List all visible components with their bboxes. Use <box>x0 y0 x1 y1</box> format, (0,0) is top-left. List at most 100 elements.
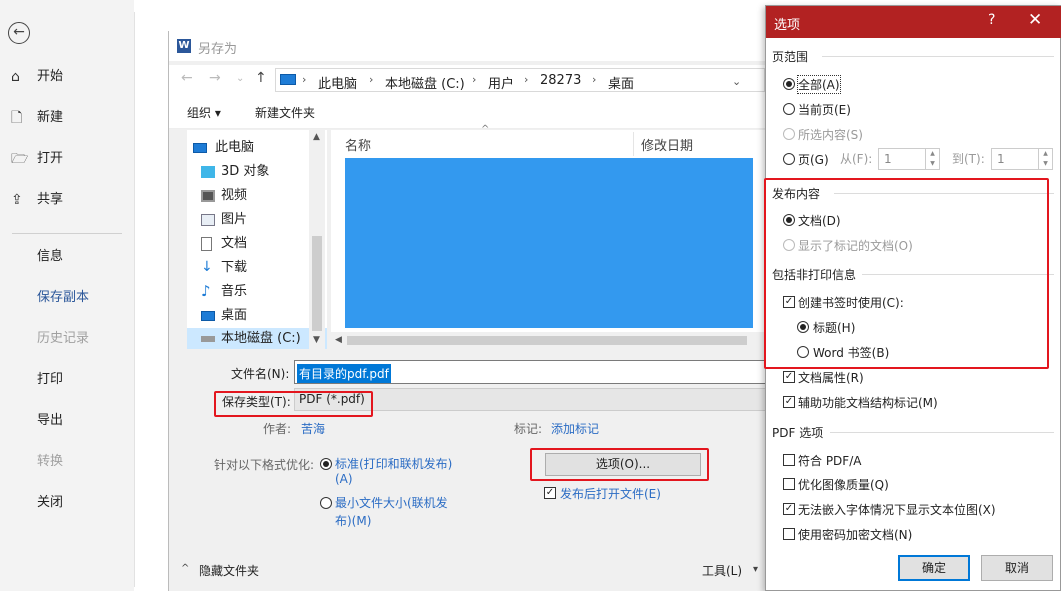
tree-item-local-disk[interactable]: 本地磁盘 (C:) <box>187 328 327 349</box>
page-range-all-label[interactable]: 全部(A) <box>797 75 841 94</box>
ok-button[interactable]: 确定 <box>898 555 970 581</box>
optimize-standard-label[interactable]: 标准(打印和联机发布) <box>335 455 452 472</box>
tags-add-link[interactable]: 添加标记 <box>551 420 599 437</box>
doc-properties-checkbox[interactable]: ✓ <box>783 371 795 383</box>
nav-save-copy[interactable]: 保存副本 <box>0 283 134 313</box>
cancel-button[interactable]: 取消 <box>981 555 1053 581</box>
nav-print[interactable]: 打印 <box>0 365 134 395</box>
scroll-down-icon[interactable]: ▼ <box>313 335 320 345</box>
encrypt-checkbox[interactable] <box>783 528 795 540</box>
page-range-pages-radio[interactable] <box>783 153 795 165</box>
pdfa-checkbox[interactable] <box>783 454 795 466</box>
back-arrow-icon[interactable]: ← <box>8 22 30 44</box>
nav-transform: 转换 <box>37 454 64 469</box>
bitmap-text-checkbox[interactable]: ✓ <box>783 503 795 515</box>
nav-share-label: 共享 <box>37 192 64 207</box>
optimize-minimum-label-2[interactable]: 布)(M) <box>335 512 371 529</box>
breadcrumb-user-folder[interactable]: 28273 <box>540 73 581 88</box>
back-nav-icon[interactable]: ← <box>181 70 193 86</box>
chevron-up-icon[interactable]: ^ <box>181 563 189 574</box>
bitmap-text-label[interactable]: 无法嵌入字体情况下显示文本位图(X) <box>798 501 996 518</box>
optimize-minimum-radio[interactable] <box>320 497 332 509</box>
breadcrumb-this-pc[interactable]: 此电脑 <box>318 73 357 92</box>
chevron-right-icon[interactable]: › <box>592 73 596 86</box>
forward-nav-icon[interactable]: → <box>209 70 221 86</box>
filename-input[interactable]: 有目录的pdf.pdf <box>294 360 769 384</box>
horizontal-scrollbar[interactable]: ◀ <box>331 332 769 349</box>
tree-label: 图片 <box>221 212 248 227</box>
optimize-image-checkbox[interactable] <box>783 478 795 490</box>
close-icon[interactable]: ✕ <box>1028 10 1042 30</box>
address-bar[interactable]: › 此电脑 › 本地磁盘 (C:) › 用户 › 28273 › 桌面 ⌄ <box>275 68 765 92</box>
nav-info[interactable]: 信息 <box>0 242 134 272</box>
page-range-current-label[interactable]: 当前页(E) <box>798 101 851 118</box>
from-spinner[interactable]: 1 ▲ ▼ <box>878 148 940 170</box>
tree-item-documents[interactable]: 文档 <box>187 232 327 256</box>
nav-open[interactable]: 🗁 打开 <box>0 144 134 174</box>
open-folder-icon: 🗁 <box>11 151 29 167</box>
tools-dropdown-icon[interactable]: ▾ <box>753 564 758 575</box>
chevron-right-icon[interactable]: › <box>524 73 528 86</box>
column-date-header[interactable]: 修改日期 <box>641 135 693 154</box>
to-spinner[interactable]: 1 ▲ ▼ <box>991 148 1053 170</box>
structure-tags-label[interactable]: 辅助功能文档结构标记(M) <box>798 394 938 411</box>
file-toolbar: 组织 ▾ 新建文件夹 <box>169 95 769 129</box>
film-icon <box>201 190 215 202</box>
chevron-right-icon[interactable]: › <box>302 73 306 86</box>
breadcrumb-desktop[interactable]: 桌面 <box>608 73 634 92</box>
tree-item-downloads[interactable]: ↓ 下载 <box>187 256 327 280</box>
new-folder-button[interactable]: 新建文件夹 <box>255 104 315 121</box>
optimize-image-label[interactable]: 优化图像质量(Q) <box>798 476 889 493</box>
optimize-standard-radio[interactable] <box>320 458 332 470</box>
open-after-publish-label[interactable]: 发布后打开文件(E) <box>560 485 661 502</box>
address-dropdown-icon[interactable]: ⌄ <box>732 75 741 88</box>
chevron-right-icon[interactable]: › <box>472 73 476 86</box>
scroll-left-icon[interactable]: ◀ <box>335 335 342 345</box>
nav-home[interactable]: ⌂ 开始 <box>0 62 134 92</box>
doc-properties-label[interactable]: 文档属性(R) <box>798 369 864 386</box>
from-value: 1 <box>884 152 892 166</box>
page-range-all-radio[interactable] <box>783 78 795 90</box>
breadcrumb-users[interactable]: 用户 <box>488 73 514 92</box>
breadcrumb-local-disk[interactable]: 本地磁盘 (C:) <box>385 73 465 92</box>
filename-value[interactable]: 有目录的pdf.pdf <box>297 364 391 383</box>
document-icon <box>201 237 212 251</box>
structure-tags-checkbox[interactable]: ✓ <box>783 396 795 408</box>
nav-share[interactable]: ⇪ 共享 <box>0 185 134 215</box>
spinner-arrows-icon[interactable]: ▲ ▼ <box>925 149 939 169</box>
hide-folders-button[interactable]: 隐藏文件夹 <box>199 562 259 579</box>
tree-item-music[interactable]: ♪ 音乐 <box>187 280 327 304</box>
optimize-label: 针对以下格式优化: <box>214 458 315 472</box>
tree-item-pictures[interactable]: 图片 <box>187 208 327 232</box>
tree-item-3d[interactable]: 3D 对象 <box>187 160 327 184</box>
horizontal-scroll-thumb[interactable] <box>347 336 747 345</box>
recent-locations-icon[interactable]: ⌄ <box>236 73 244 84</box>
page-range-pages-label[interactable]: 页(G) <box>798 151 829 168</box>
tree-item-this-pc[interactable]: 此电脑 <box>187 136 327 160</box>
from-label: 从(F): <box>840 152 873 166</box>
optimize-standard-label-2[interactable]: (A) <box>335 472 353 486</box>
help-icon[interactable]: ? <box>988 12 995 28</box>
file-list-selection-area[interactable] <box>345 158 753 328</box>
pdfa-label[interactable]: 符合 PDF/A <box>798 452 861 469</box>
tree-scroll-thumb[interactable] <box>312 236 322 331</box>
tree-item-desktop[interactable]: 桌面 <box>187 304 327 328</box>
up-folder-icon[interactable]: ↑ <box>255 70 267 86</box>
cube-icon <box>201 166 215 178</box>
page-range-current-radio[interactable] <box>783 103 795 115</box>
spinner-arrows-icon[interactable]: ▲ ▼ <box>1038 149 1052 169</box>
scroll-up-icon[interactable]: ▲ <box>313 132 320 142</box>
nav-new[interactable]: 🗋 新建 <box>0 103 134 133</box>
tree-item-videos[interactable]: 视频 <box>187 184 327 208</box>
nav-close[interactable]: 关闭 <box>0 488 134 518</box>
column-separator[interactable] <box>633 132 634 156</box>
organize-button[interactable]: 组织 ▾ <box>187 104 221 121</box>
tools-button[interactable]: 工具(L) <box>702 562 742 579</box>
open-after-publish-checkbox[interactable]: ✓ <box>544 487 556 499</box>
nav-export[interactable]: 导出 <box>0 406 134 436</box>
chevron-right-icon[interactable]: › <box>369 73 373 86</box>
optimize-minimum-label[interactable]: 最小文件大小(联机发 <box>335 494 448 511</box>
author-value[interactable]: 苦海 <box>301 420 325 437</box>
encrypt-label[interactable]: 使用密码加密文档(N) <box>798 526 912 543</box>
column-name-header[interactable]: 名称 <box>345 135 371 154</box>
